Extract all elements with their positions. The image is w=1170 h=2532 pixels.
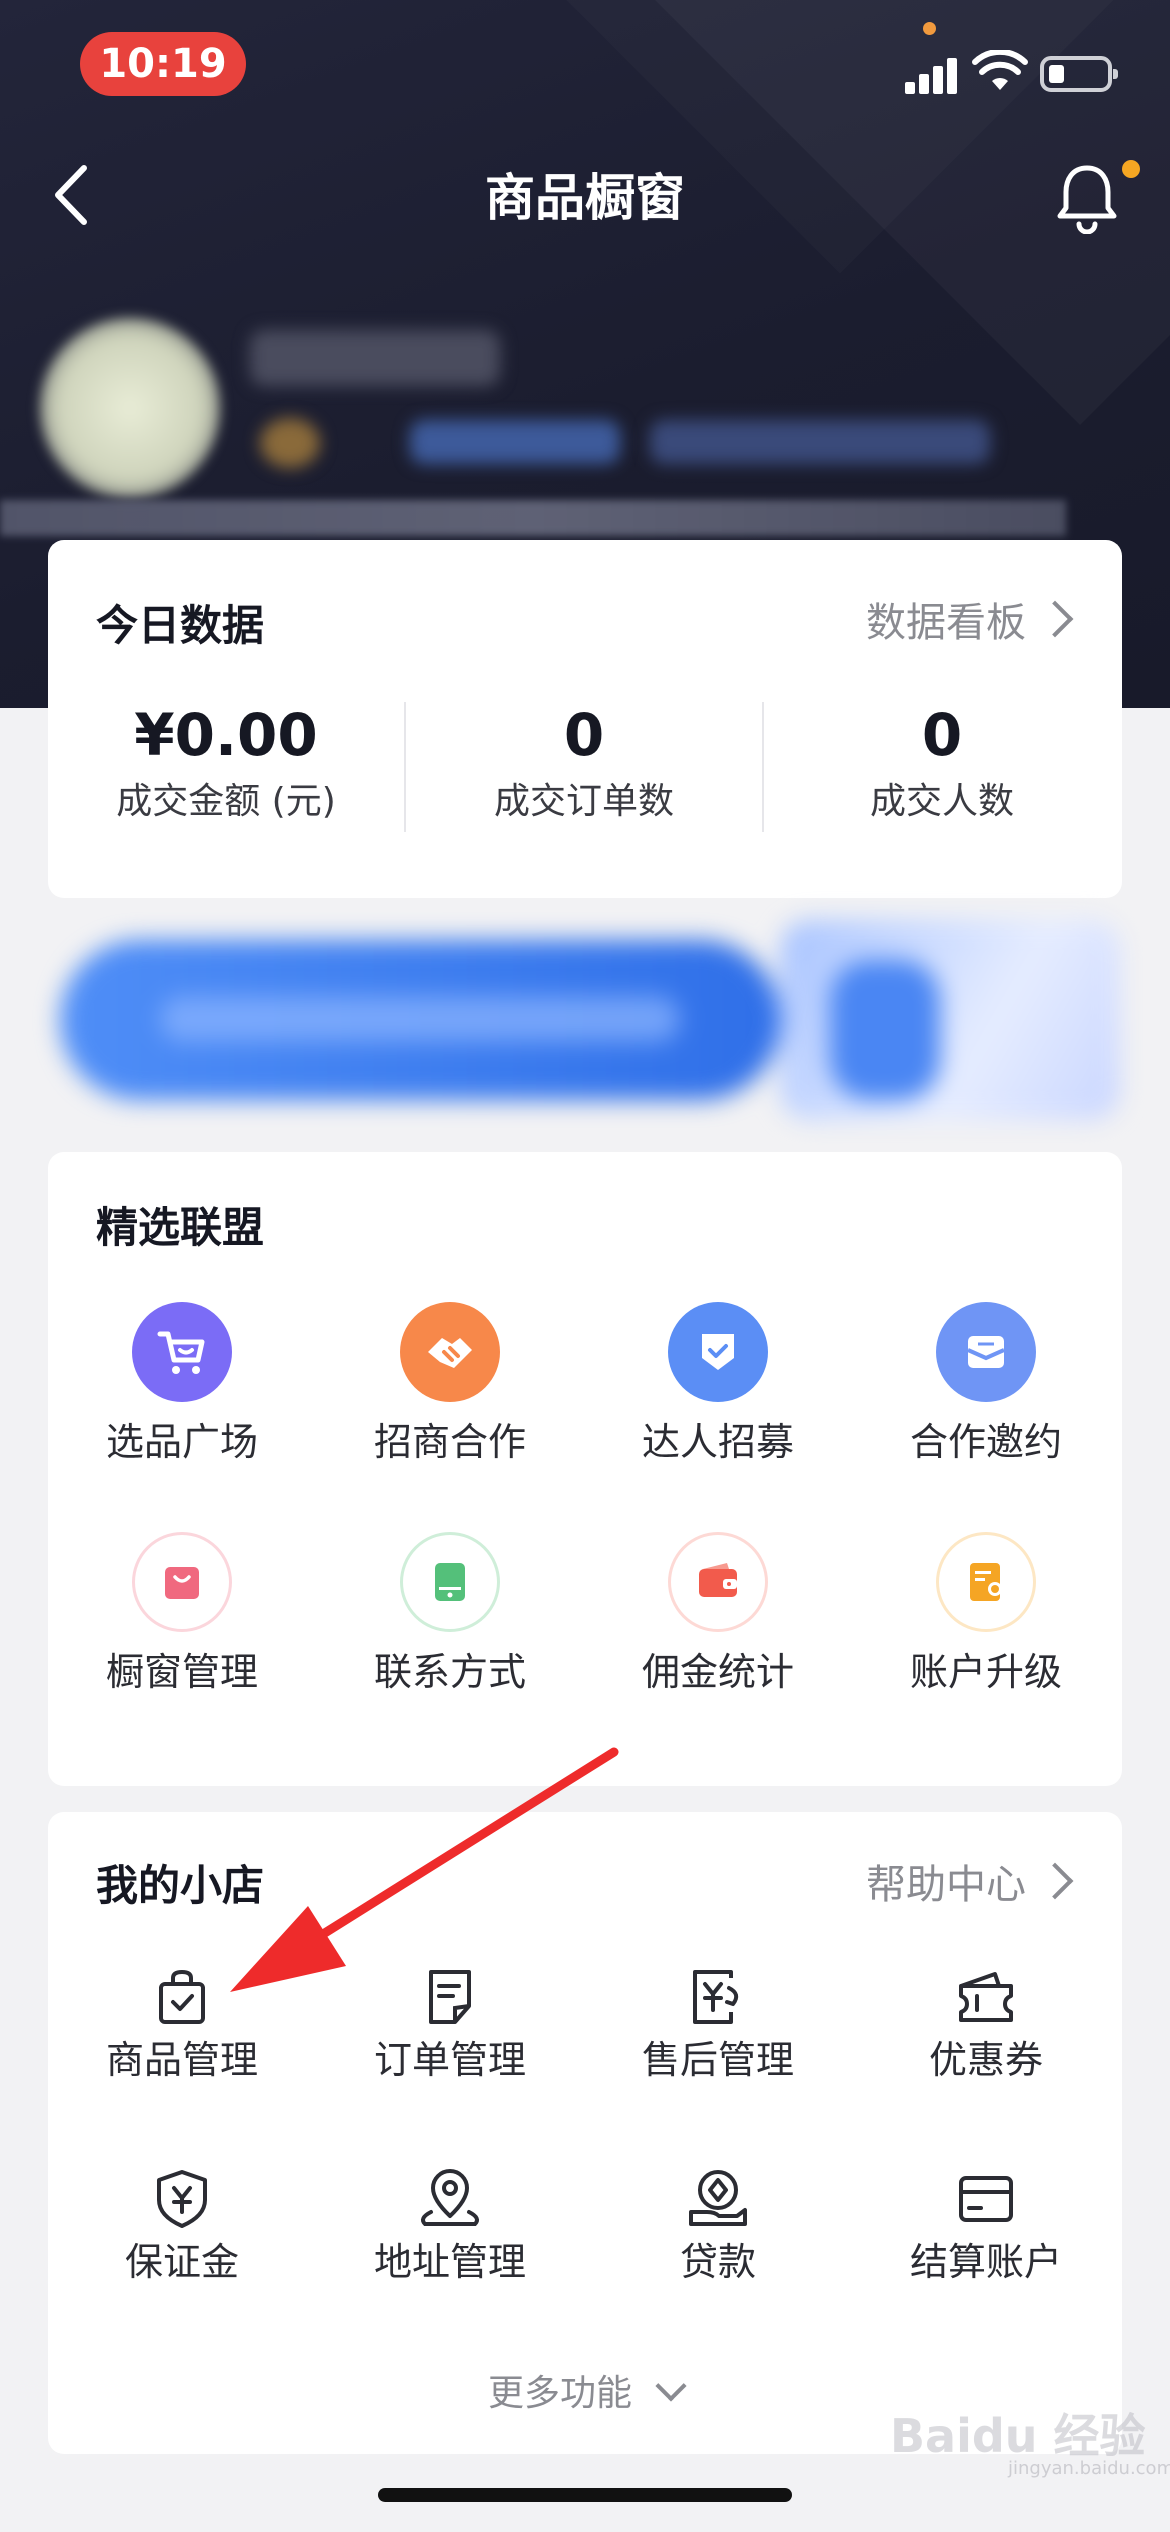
stat-orders[interactable]: 0 成交订单数 bbox=[406, 700, 762, 824]
grid-label: 合作邀约 bbox=[909, 1420, 1062, 1464]
envelope-icon bbox=[936, 1302, 1036, 1402]
data-dashboard-label: 数据看板 bbox=[866, 600, 1026, 646]
deposit-shield-icon bbox=[147, 2164, 217, 2234]
profile-name-blurred bbox=[250, 330, 500, 386]
today-data-title: 今日数据 bbox=[96, 601, 265, 650]
handshake-icon bbox=[400, 1302, 500, 1402]
stat-value: 0 bbox=[563, 701, 605, 769]
stat-label: 成交人数 bbox=[869, 781, 1014, 822]
stat-value: ¥0.00 bbox=[134, 701, 318, 769]
grid-item-loan[interactable]: 贷款 bbox=[584, 2164, 852, 2286]
phone-card-icon bbox=[400, 1532, 500, 1632]
wallet-icon bbox=[668, 1532, 768, 1632]
battery-icon bbox=[1040, 56, 1118, 92]
grid-item-settlement-account[interactable]: 结算账户 bbox=[852, 2164, 1120, 2286]
coupon-icon bbox=[951, 1962, 1021, 2032]
annotation-arrow bbox=[230, 1747, 619, 1992]
baidu-watermark-url: jingyan.baidu.com bbox=[1008, 2458, 1170, 2479]
bank-card-icon bbox=[951, 2164, 1021, 2234]
grid-label: 优惠券 bbox=[928, 2038, 1043, 2082]
loan-icon bbox=[683, 2164, 753, 2234]
profile-tag-blurred bbox=[650, 420, 990, 464]
grid-item-merchant-cooperation[interactable]: 招商合作 bbox=[316, 1302, 584, 1466]
back-arrow-icon[interactable] bbox=[44, 160, 104, 230]
chevron-right-icon bbox=[1036, 600, 1074, 638]
after-sale-icon bbox=[683, 1962, 753, 2032]
home-indicator[interactable] bbox=[378, 2488, 792, 2502]
shield-check-icon bbox=[668, 1302, 768, 1402]
stat-buyers[interactable]: 0 成交人数 bbox=[764, 700, 1120, 824]
profile-tag-blurred bbox=[410, 420, 620, 464]
bag-check-icon bbox=[147, 1962, 217, 2032]
grid-label: 贷款 bbox=[679, 2240, 756, 2284]
shopping-bag-icon bbox=[132, 1532, 232, 1632]
grid-label: 售后管理 bbox=[641, 2038, 794, 2082]
grid-item-window-management[interactable]: 橱窗管理 bbox=[48, 1532, 316, 1696]
page-title: 商品橱窗 bbox=[485, 169, 685, 227]
grid-item-account-upgrade[interactable]: 账户升级 bbox=[852, 1532, 1120, 1696]
grid-label: 结算账户 bbox=[909, 2240, 1062, 2284]
more-functions-label: 更多功能 bbox=[487, 2373, 632, 2414]
today-data-card: 今日数据 数据看板 ¥0.00 成交金额 (元) 0 成交订单数 0 成交人数 bbox=[48, 540, 1122, 898]
alliance-title: 精选联盟 bbox=[96, 1203, 265, 1252]
grid-item-selection-plaza[interactable]: 选品广场 bbox=[48, 1302, 316, 1466]
profile-badge-blurred bbox=[260, 418, 320, 468]
stat-amount[interactable]: ¥0.00 成交金额 (元) bbox=[48, 700, 404, 824]
grid-label: 招商合作 bbox=[373, 1420, 526, 1464]
stat-label: 成交订单数 bbox=[493, 781, 674, 822]
grid-item-coupons[interactable]: 优惠券 bbox=[852, 1962, 1120, 2084]
grid-label: 佣金统计 bbox=[641, 1650, 794, 1694]
grid-label: 商品管理 bbox=[105, 2038, 258, 2082]
grid-item-creator-recruitment[interactable]: 达人招募 bbox=[584, 1302, 852, 1466]
privacy-indicator-dot bbox=[923, 22, 936, 35]
help-center-link[interactable]: 帮助中心 bbox=[866, 1852, 1074, 1910]
stat-value: 0 bbox=[921, 701, 963, 769]
grid-label: 保证金 bbox=[124, 2240, 239, 2284]
grid-item-address-management[interactable]: 地址管理 bbox=[316, 2164, 584, 2286]
promo-banner-blurred[interactable] bbox=[40, 900, 1130, 1140]
notification-bell-icon[interactable] bbox=[1052, 160, 1122, 234]
shopping-cart-icon bbox=[132, 1302, 232, 1402]
alliance-card: 精选联盟 选品广场 招商合作 达人招募 合作邀约 橱窗管理 联系方式 佣金统计 … bbox=[48, 1152, 1122, 1786]
grid-label: 达人招募 bbox=[641, 1420, 794, 1464]
grid-item-contact-info[interactable]: 联系方式 bbox=[316, 1532, 584, 1696]
baidu-watermark: Baidu 经验 bbox=[890, 2409, 1146, 2463]
grid-item-deposit[interactable]: 保证金 bbox=[48, 2164, 316, 2286]
help-center-label: 帮助中心 bbox=[866, 1862, 1026, 1908]
location-pin-icon bbox=[415, 2164, 485, 2234]
notification-dot bbox=[1122, 160, 1140, 178]
data-dashboard-link[interactable]: 数据看板 bbox=[866, 590, 1074, 648]
chevron-right-icon bbox=[1036, 1862, 1074, 1900]
cellular-signal-icon bbox=[905, 54, 957, 94]
grid-label: 订单管理 bbox=[373, 2038, 526, 2082]
status-time: 10:19 bbox=[80, 32, 246, 96]
wifi-icon bbox=[972, 50, 1028, 90]
grid-label: 账户升级 bbox=[909, 1650, 1062, 1694]
grid-label: 橱窗管理 bbox=[105, 1650, 258, 1694]
stat-label: 成交金额 (元) bbox=[116, 781, 336, 822]
grid-label: 地址管理 bbox=[373, 2240, 526, 2284]
grid-label: 联系方式 bbox=[373, 1650, 526, 1694]
grid-item-cooperation-invite[interactable]: 合作邀约 bbox=[852, 1302, 1120, 1466]
avatar[interactable] bbox=[40, 318, 220, 498]
chevron-down-icon bbox=[655, 2370, 687, 2402]
certificate-icon bbox=[936, 1532, 1036, 1632]
grid-item-commission-stats[interactable]: 佣金统计 bbox=[584, 1532, 852, 1696]
grid-label: 选品广场 bbox=[105, 1420, 258, 1464]
